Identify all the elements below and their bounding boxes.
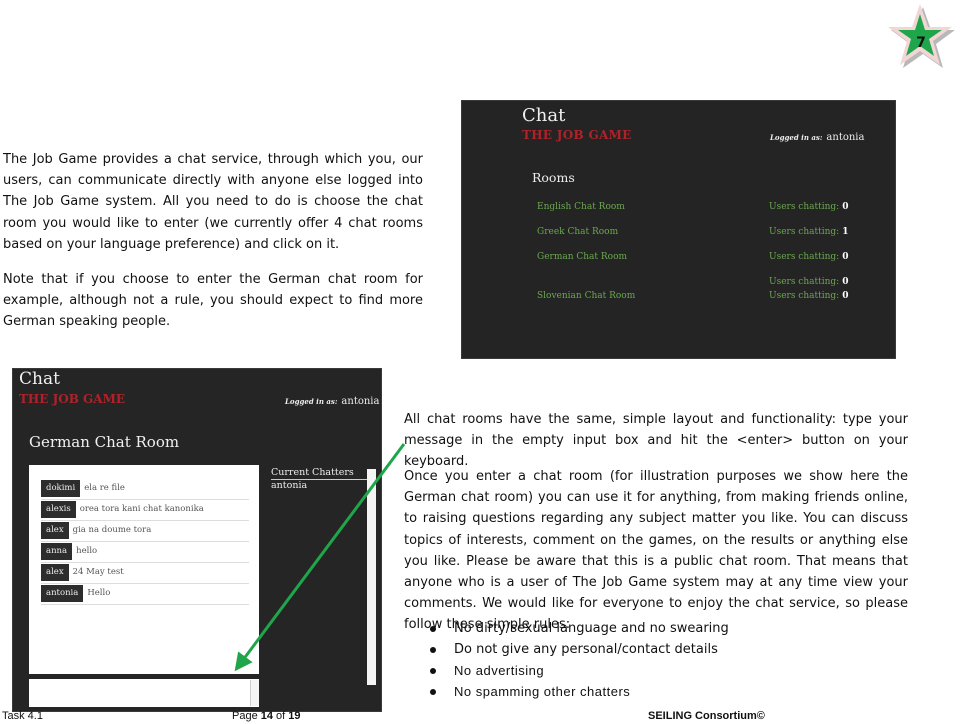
message-input[interactable] [29, 679, 259, 707]
room-link-german[interactable]: German Chat Room [537, 252, 627, 262]
rule-item: No advertising [428, 660, 729, 681]
message-row: alexis orea tora kani chat kanonika [41, 500, 249, 521]
message-text: 24 May test [72, 567, 124, 577]
instructions-paragraph-2: Once you enter a chat room (for illustra… [404, 469, 908, 633]
message-user: dokimi [41, 480, 81, 497]
room-users-count: Users chatting: 1 [769, 227, 849, 237]
footer-consortium: SEILING Consortium© [648, 710, 765, 722]
footer-task: Task 4.1 [2, 710, 43, 722]
message-text: Hello [87, 588, 111, 598]
room-link-slovenian[interactable]: Slovenian Chat Room [537, 291, 635, 301]
intro-paragraph-1: The Job Game provides a chat service, th… [3, 152, 423, 252]
message-user: alexis [41, 501, 76, 518]
chat-room-title: German Chat Room [29, 433, 180, 451]
message-text: gia na doume tora [72, 525, 152, 535]
instructions-paragraph-1: All chat rooms have the same, simple lay… [404, 412, 908, 470]
logged-in-label: Logged in as: [285, 397, 338, 406]
current-chatters-panel: Current Chatters antonia [271, 467, 377, 491]
message-row: dokimi ela re file [41, 479, 249, 500]
rule-item: No spamming other chatters [428, 681, 729, 702]
message-row: antonia Hello [41, 584, 249, 605]
message-user: anna [41, 543, 73, 560]
rule-item: Do not give any personal/contact details [428, 639, 729, 660]
rooms-brand-logo: THE JOB GAME [522, 128, 632, 142]
chatters-scrollbar[interactable] [367, 469, 376, 685]
message-row: anna hello [41, 542, 249, 563]
message-text: hello [76, 546, 98, 556]
page-badge-number: 7 [916, 35, 926, 51]
chat-room-screenshot: Chat THE JOB GAME Logged in as: antonia G… [12, 368, 382, 712]
rooms-heading: Rooms [532, 170, 575, 185]
message-input-scrollbar[interactable] [250, 680, 259, 706]
chat-logged-in: Logged in as: antonia [285, 396, 379, 407]
message-row: alex gia na doume tora [41, 521, 249, 542]
rooms-logged-in: Logged in as: antonia [770, 132, 864, 143]
room-link-greek[interactable]: Greek Chat Room [537, 227, 618, 237]
intro-paragraph-2: Note that if you choose to enter the Ger… [3, 272, 423, 330]
chatter-item: antonia [271, 480, 308, 491]
room-users-count: Users chatting: 0 [769, 252, 849, 262]
chat-title: Chat [19, 369, 60, 389]
message-text: ela re file [84, 483, 125, 493]
rooms-screenshot: Chat THE JOB GAME Logged in as: antonia R… [461, 100, 896, 359]
message-row: alex 24 May test [41, 563, 249, 584]
message-user: antonia [41, 585, 84, 602]
footer-page-number: Page 14 of 19 [232, 710, 301, 722]
logged-in-user: antonia [341, 396, 380, 407]
logged-in-label: Logged in as: [770, 133, 823, 142]
chat-brand-logo: THE JOB GAME [19, 392, 126, 406]
message-user: alex [41, 522, 69, 539]
logged-in-user: antonia [826, 132, 865, 143]
message-user: alex [41, 564, 69, 581]
room-link-english[interactable]: English Chat Room [537, 202, 625, 212]
chat-rules-list: No dirty/sexual language and no swearing… [428, 618, 729, 702]
room-users-count: Users chatting: 0 [769, 277, 849, 287]
room-users-count: Users chatting: 0 [769, 202, 849, 212]
message-text: orea tora kani chat kanonika [79, 504, 204, 514]
room-users-count: Users chatting: 0 [769, 291, 849, 301]
current-chatters-heading: Current Chatters [271, 467, 377, 480]
page-number-star-badge: 7 [888, 4, 955, 68]
message-list: dokimi ela re file alexis orea tora kani c… [29, 465, 259, 674]
rule-item: No dirty/sexual language and no swearing [428, 618, 729, 639]
rooms-chat-title: Chat [522, 105, 566, 126]
